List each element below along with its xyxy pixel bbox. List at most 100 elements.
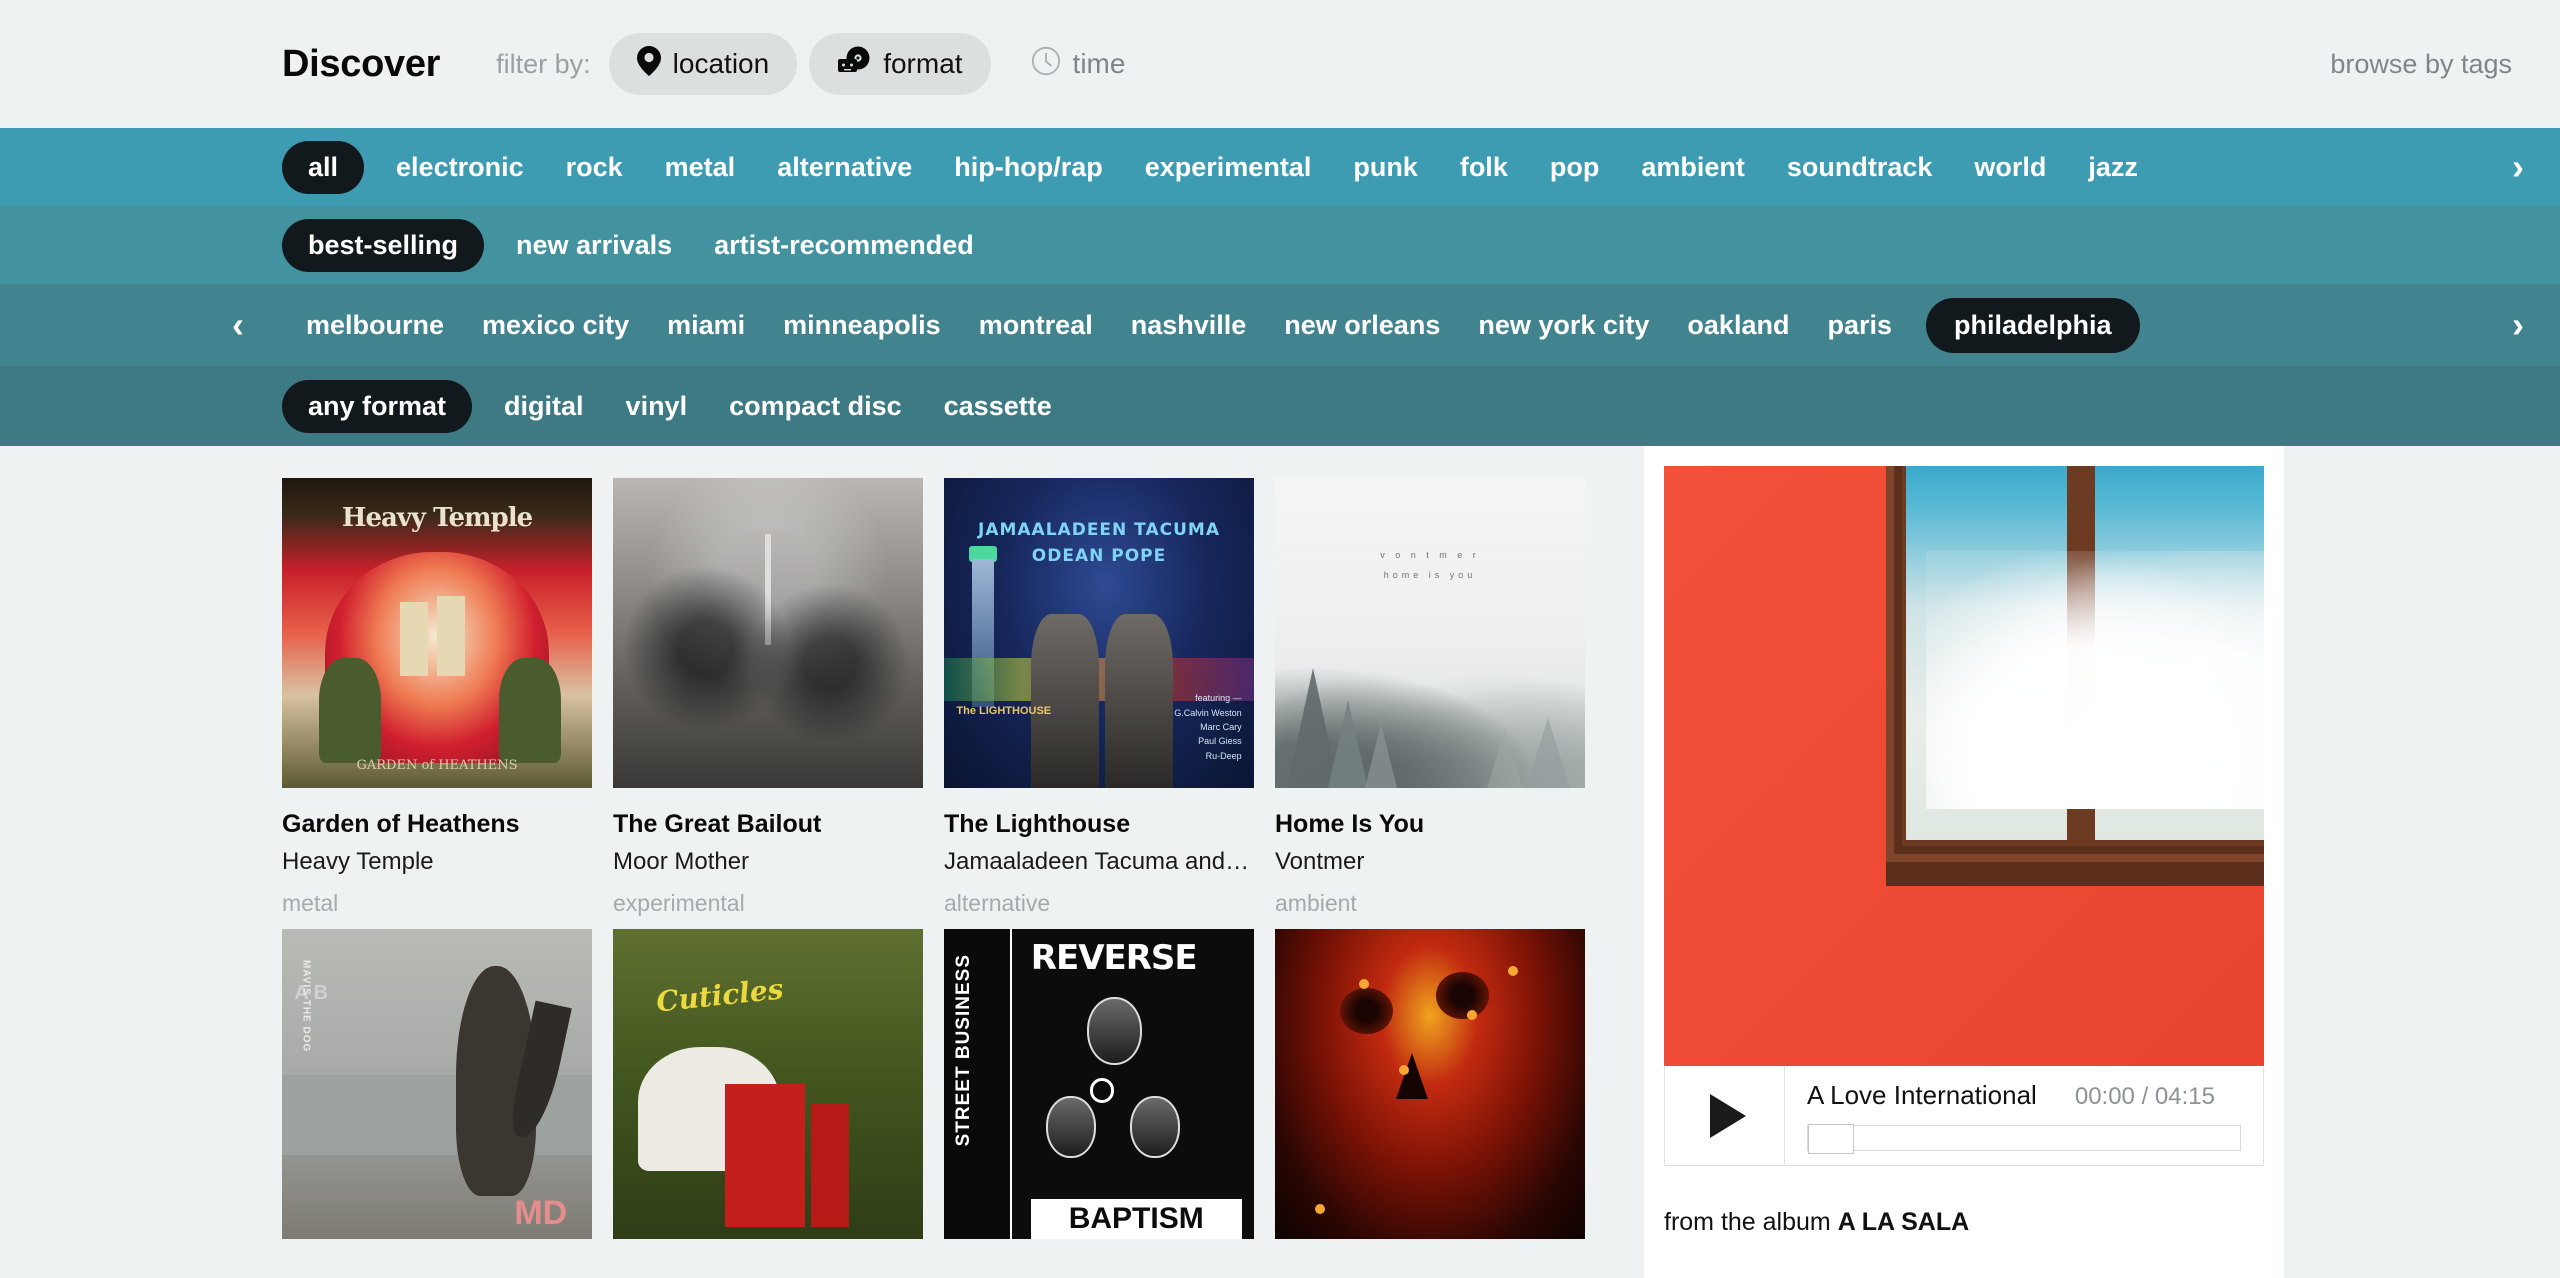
album-art-script-text: Cuticles <box>655 972 786 1019</box>
location-item-nashville[interactable]: nashville <box>1127 310 1251 341</box>
sort-item-artist-recommended[interactable]: artist-recommended <box>710 230 978 261</box>
play-icon <box>1709 1093 1746 1138</box>
genre-fade-overlay <box>2348 128 2468 206</box>
format-item-cassette[interactable]: cassette <box>940 391 1056 422</box>
album-card[interactable]: Heavy Temple GARDEN of HEATHENS Garden o… <box>282 478 592 917</box>
genre-item-all[interactable]: all <box>282 140 365 194</box>
album-card[interactable]: v o n t m e r home is you Home Is You Vo… <box>1275 478 1585 917</box>
album-art-cuticles[interactable]: Cuticles <box>613 929 923 1239</box>
location-item-oakland[interactable]: oakland <box>1683 310 1793 341</box>
genre-item-hip-hop-rap[interactable]: hip-hop/rap <box>950 152 1106 183</box>
filter-time-label: time <box>1072 48 1126 79</box>
player-controls: A Love International 00:00 / 04:15 <box>1664 1066 2264 1166</box>
genre-item-punk[interactable]: punk <box>1349 152 1422 183</box>
sort-item-best-selling[interactable]: best-selling <box>282 218 485 272</box>
location-item-montreal[interactable]: montreal <box>975 310 1097 341</box>
location-fade-overlay <box>2348 284 2468 366</box>
album-title[interactable]: Home Is You <box>1275 810 1585 839</box>
album-art-line2: home is you <box>1383 569 1477 580</box>
location-item-miami[interactable]: miami <box>663 310 749 341</box>
location-item-paris[interactable]: paris <box>1823 310 1896 341</box>
now-playing-album-art[interactable] <box>1664 466 2264 1066</box>
filter-format-label: format <box>883 48 963 79</box>
album-title[interactable]: The Great Bailout <box>613 810 923 839</box>
album-genre: experimental <box>613 890 745 916</box>
album-card[interactable]: JAMAALADEEN TACUMA ODEAN POPE The LIGHTH… <box>944 478 1254 917</box>
location-item-melbourne[interactable]: melbourne <box>302 310 448 341</box>
album-grid: Heavy Temple GARDEN of HEATHENS Garden o… <box>282 478 1640 1239</box>
album-art-subtitle-text: GARDEN of HEATHENS <box>356 757 518 773</box>
album-title[interactable]: Garden of Heathens <box>282 810 592 839</box>
album-art-big-text: MD <box>514 1193 568 1232</box>
genre-next-arrow[interactable]: › <box>2512 149 2524 185</box>
album-card[interactable] <box>1275 929 1585 1239</box>
genre-item-folk[interactable]: folk <box>1456 152 1512 183</box>
album-art-bottom-text: BAPTISM <box>1030 1199 1242 1239</box>
album-art-home-is-you[interactable]: v o n t m e r home is you <box>1275 478 1585 788</box>
album-art-label-text: MAVIS THE DOG <box>300 960 312 1053</box>
format-item-compact-disc[interactable]: compact disc <box>725 391 906 422</box>
album-art-small-text: The LIGHTHOUSE <box>956 705 1052 718</box>
album-genre: metal <box>282 890 339 916</box>
album-title[interactable]: The Lighthouse <box>944 810 1254 839</box>
location-item-mexico-city[interactable]: mexico city <box>478 310 633 341</box>
filter-location-button[interactable]: location <box>608 33 798 95</box>
location-prev-arrow[interactable]: ‹ <box>232 307 244 343</box>
progress-thumb[interactable] <box>1808 1124 1854 1154</box>
album-art-vertical-text: STREET BUSINESS <box>953 953 975 1147</box>
album-art-reverse-baptism[interactable]: STREET BUSINESS REVERSE BAPTISM <box>944 929 1254 1239</box>
album-name[interactable]: A LA SALA <box>1838 1208 1969 1236</box>
play-button[interactable] <box>1665 1066 1785 1165</box>
progress-slider[interactable] <box>1807 1124 2241 1154</box>
genre-item-metal[interactable]: metal <box>661 152 740 183</box>
album-card[interactable]: The Great Bailout Moor Mother experiment… <box>613 478 923 917</box>
from-album-label: from the album <box>1664 1208 1838 1236</box>
location-item-minneapolis[interactable]: minneapolis <box>779 310 945 341</box>
genre-item-electronic[interactable]: electronic <box>392 152 528 183</box>
album-art-top-text: REVERSE <box>1030 938 1198 979</box>
format-icon <box>837 46 871 83</box>
album-art-the-great-bailout[interactable] <box>613 478 923 788</box>
genre-item-soundtrack[interactable]: soundtrack <box>1783 152 1937 183</box>
format-item-vinyl[interactable]: vinyl <box>622 391 692 422</box>
page-header: Discover filter by: location format time… <box>0 0 2560 128</box>
album-genre: ambient <box>1275 890 1357 916</box>
format-item-any-format[interactable]: any format <box>282 379 473 433</box>
location-item-new-york-city[interactable]: new york city <box>1474 310 1653 341</box>
track-time: 00:00 / 04:15 <box>2074 1083 2215 1110</box>
format-item-digital[interactable]: digital <box>500 391 588 422</box>
album-art-band-text: Heavy Temple <box>341 502 533 533</box>
album-artist[interactable]: Heavy Temple <box>282 848 592 876</box>
format-nav-bar: any format digital vinyl compact disc ca… <box>0 366 2560 446</box>
filter-by-label: filter by: <box>496 48 591 79</box>
filter-time-button[interactable]: time <box>1003 33 1154 95</box>
genre-item-rock[interactable]: rock <box>562 152 627 183</box>
filter-format-button[interactable]: format <box>809 33 991 95</box>
genre-item-jazz[interactable]: jazz <box>2084 152 2142 183</box>
location-next-arrow[interactable]: › <box>2512 307 2524 343</box>
genre-item-pop[interactable]: pop <box>1546 152 1603 183</box>
album-card[interactable]: Cuticles <box>613 929 923 1239</box>
track-title: A Love International <box>1807 1080 2037 1110</box>
album-art-line2: ODEAN POPE <box>1031 545 1167 566</box>
map-pin-icon <box>636 45 661 83</box>
album-card[interactable]: STREET BUSINESS REVERSE BAPTISM <box>944 929 1254 1239</box>
album-art-skull[interactable] <box>1275 929 1585 1239</box>
genre-item-alternative[interactable]: alternative <box>773 152 916 183</box>
album-artist[interactable]: Vontmer <box>1275 848 1585 876</box>
album-artist[interactable]: Jamaaladeen Tacuma and… <box>944 848 1254 876</box>
album-art-the-lighthouse[interactable]: JAMAALADEEN TACUMA ODEAN POPE The LIGHTH… <box>944 478 1254 788</box>
genre-item-world[interactable]: world <box>1970 152 2050 183</box>
album-art-garden-of-heathens[interactable]: Heavy Temple GARDEN of HEATHENS <box>282 478 592 788</box>
location-item-philadelphia[interactable]: philadelphia <box>1926 297 2140 353</box>
page-title: Discover <box>282 42 441 85</box>
browse-by-tags-link[interactable]: browse by tags <box>2330 49 2512 80</box>
genre-item-ambient[interactable]: ambient <box>1637 152 1749 183</box>
location-item-new-orleans[interactable]: new orleans <box>1280 310 1444 341</box>
album-artist[interactable]: Moor Mother <box>613 848 923 876</box>
filter-location-label: location <box>672 48 770 79</box>
genre-item-experimental[interactable]: experimental <box>1141 152 1316 183</box>
sort-item-new-arrivals[interactable]: new arrivals <box>512 230 676 261</box>
album-card[interactable]: A B MAVIS THE DOG MD <box>282 929 592 1239</box>
album-art-pelican[interactable]: A B MAVIS THE DOG MD <box>282 929 592 1239</box>
